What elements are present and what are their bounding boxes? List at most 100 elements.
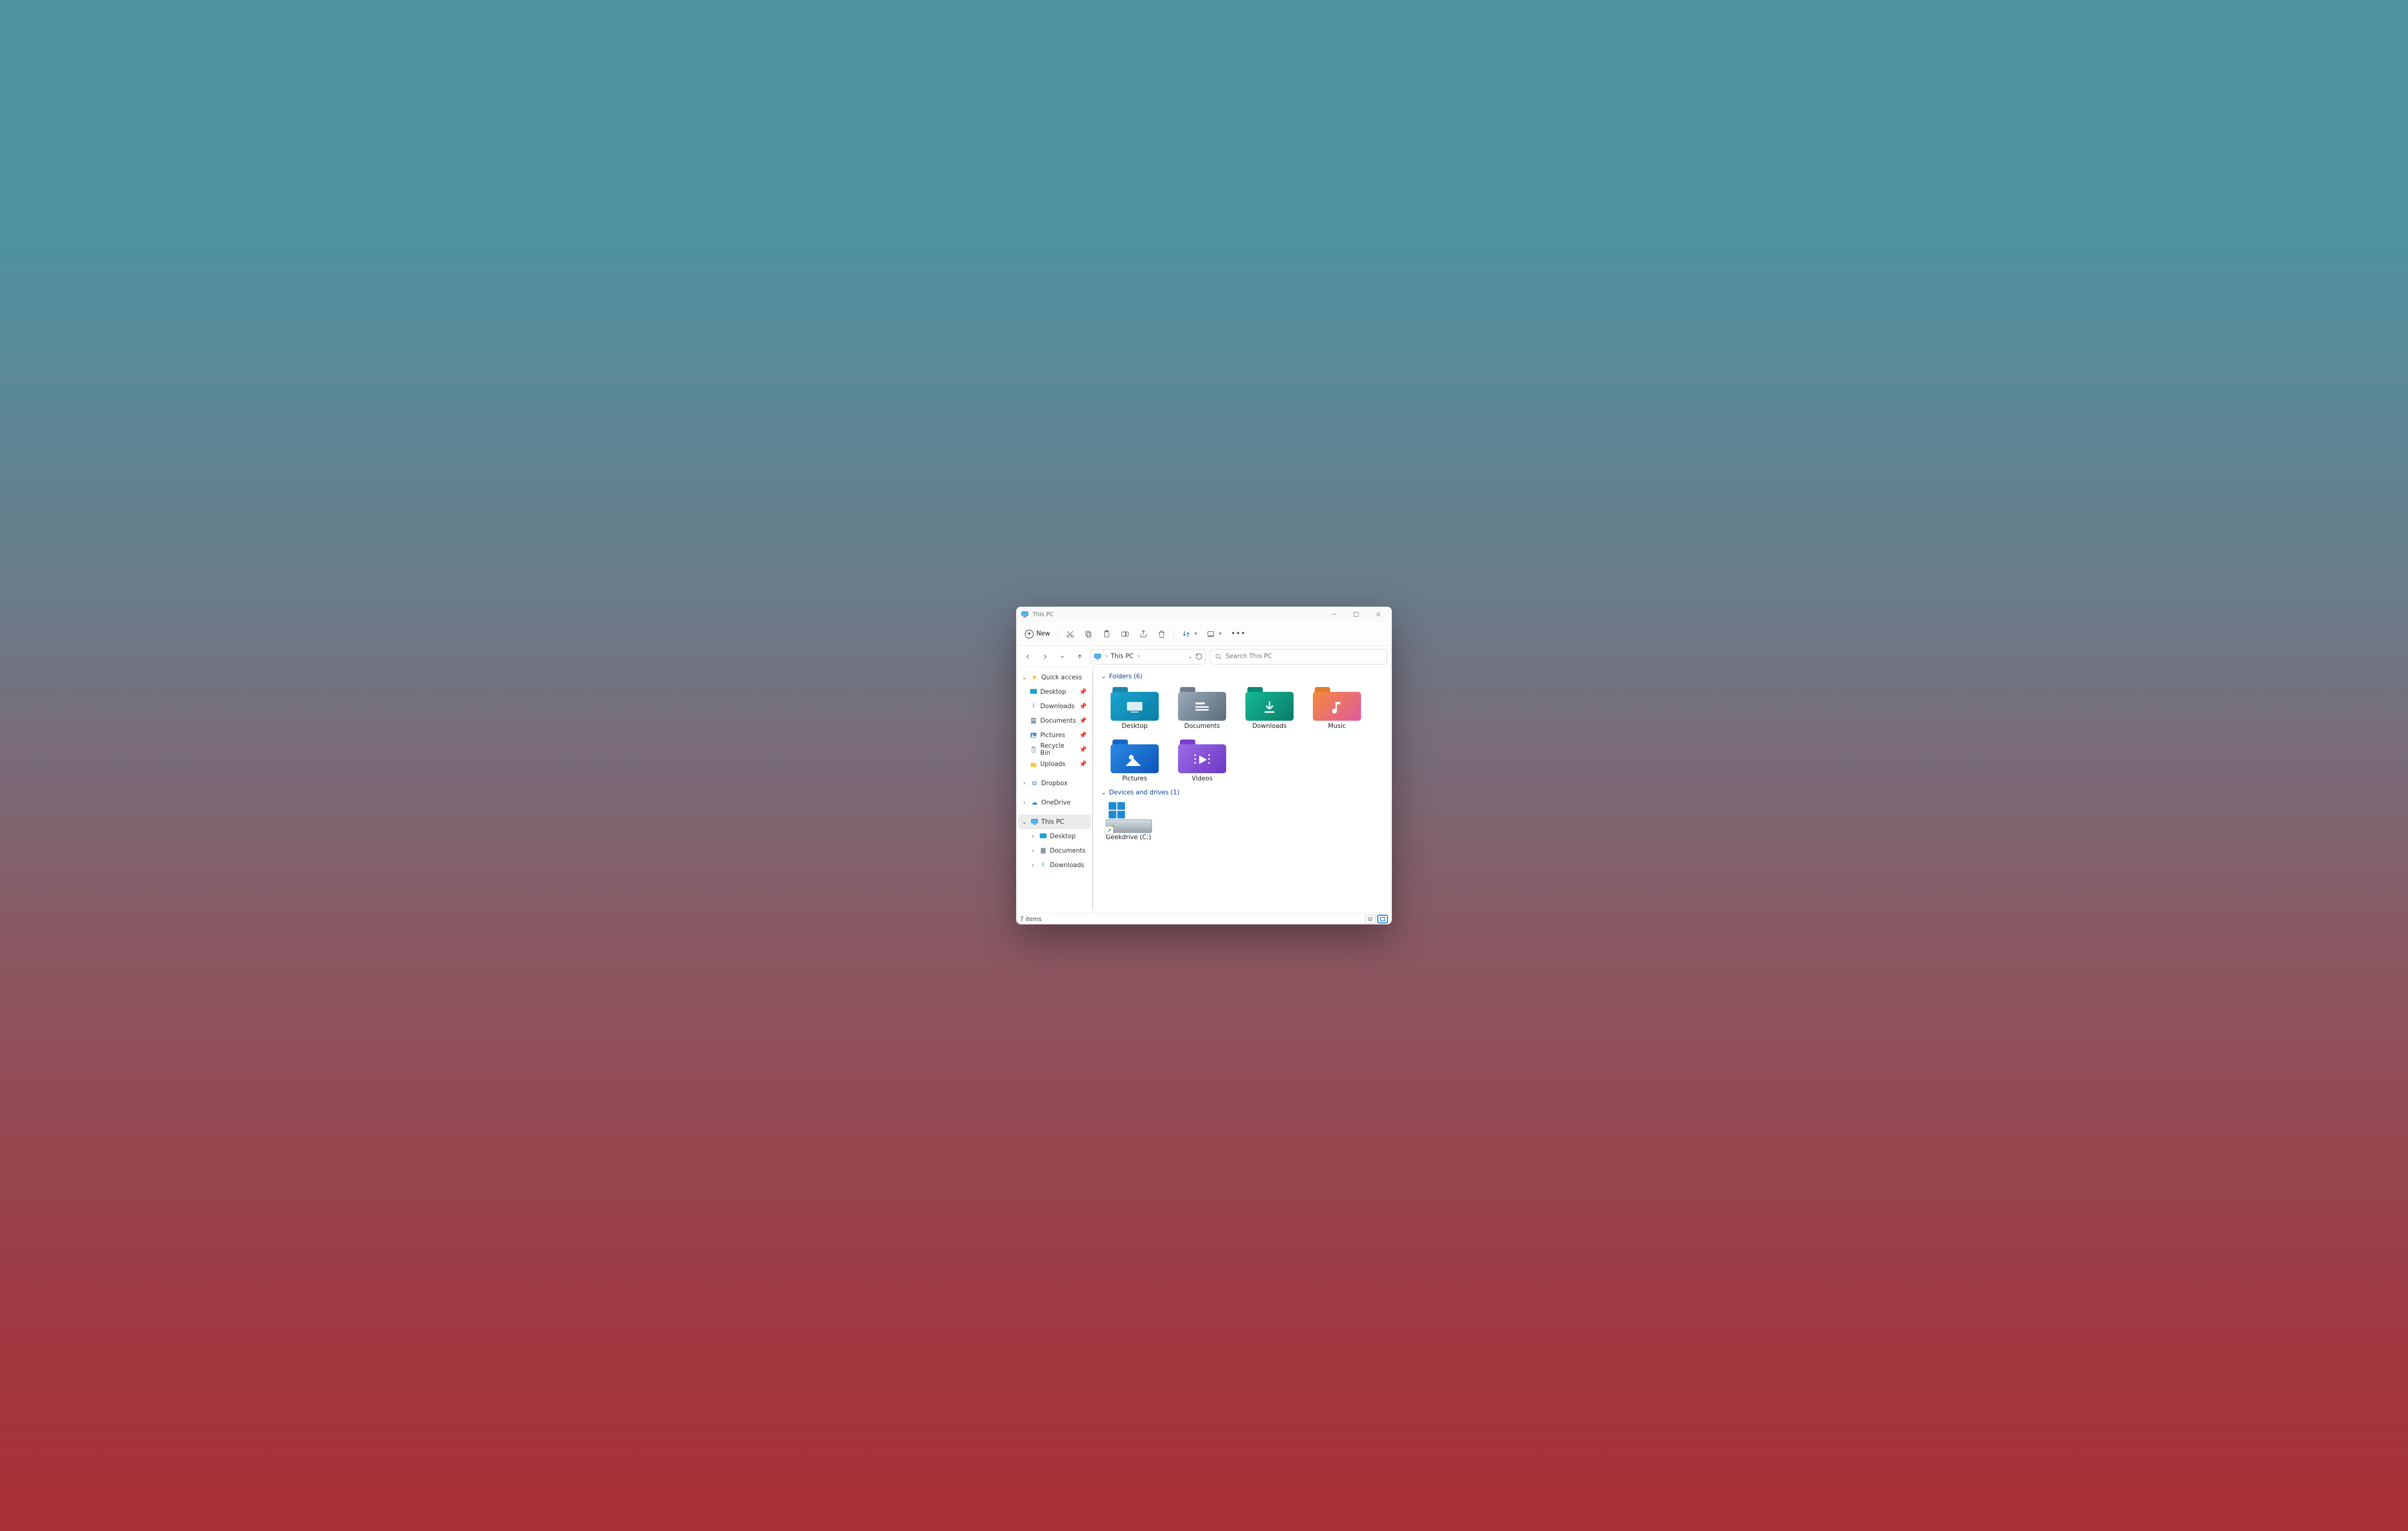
this-pc-icon — [1094, 653, 1101, 661]
new-button-label: New — [1036, 630, 1050, 637]
clipboard-icon — [1102, 630, 1111, 638]
tile-label: Desktop — [1122, 723, 1148, 730]
details-view-button[interactable] — [1365, 915, 1375, 923]
desktop-icon — [1030, 688, 1037, 696]
forward-button[interactable] — [1038, 650, 1052, 663]
pin-icon: 📌 — [1079, 761, 1087, 768]
drive-icon: ↗ — [1106, 802, 1152, 833]
share-icon — [1139, 630, 1148, 638]
icons-view-button[interactable] — [1377, 915, 1388, 923]
chevron-right-icon: › — [1138, 653, 1140, 660]
windows-logo-icon — [1109, 802, 1125, 818]
tile-label: Downloads — [1252, 723, 1286, 730]
chevron-right-icon[interactable]: › — [1021, 799, 1028, 806]
body: ⌄ ★ Quick access Desktop 📌 ⭳ Downloads 📌… — [1016, 667, 1392, 913]
refresh-button[interactable] — [1195, 653, 1203, 660]
sidebar-quick-access[interactable]: ⌄ ★ Quick access — [1018, 670, 1091, 685]
sort-button[interactable]: ▾ — [1178, 626, 1201, 642]
sidebar-item-label: This PC — [1041, 818, 1064, 826]
chevron-down-icon[interactable]: ⌄ — [1021, 674, 1028, 681]
close-button[interactable] — [1368, 607, 1389, 622]
folder-icon — [1245, 686, 1294, 721]
view-button[interactable]: ▾ — [1203, 626, 1225, 642]
group-header-folders[interactable]: ⌄ Folders (6) — [1101, 673, 1384, 680]
navigation-pane[interactable]: ⌄ ★ Quick access Desktop 📌 ⭳ Downloads 📌… — [1016, 667, 1093, 913]
pin-icon: 📌 — [1079, 717, 1087, 725]
sidebar-item-documents[interactable]: Documents 📌 — [1018, 714, 1091, 728]
up-button[interactable] — [1073, 650, 1086, 663]
back-button[interactable] — [1021, 650, 1034, 663]
share-button[interactable] — [1135, 626, 1152, 642]
sidebar-item-this-pc[interactable]: ⌄ This PC — [1018, 815, 1091, 829]
sidebar-item-pc-desktop[interactable]: › Desktop — [1018, 829, 1091, 843]
download-icon: ⭳ — [1039, 861, 1047, 869]
folder-desktop[interactable]: Desktop — [1101, 684, 1168, 732]
tile-label: Music — [1328, 723, 1346, 730]
paste-button[interactable] — [1099, 626, 1115, 642]
pin-icon: 📌 — [1079, 703, 1087, 710]
copy-button[interactable] — [1080, 626, 1097, 642]
trash-icon — [1157, 630, 1166, 638]
chevron-right-icon[interactable]: › — [1030, 833, 1036, 840]
rename-button[interactable] — [1117, 626, 1133, 642]
window-controls — [1323, 607, 1389, 622]
search-box[interactable] — [1210, 649, 1387, 664]
chevron-down-icon: ⌄ — [1101, 673, 1106, 680]
chevron-down-icon: ⌄ — [1101, 789, 1106, 796]
window-title: This PC — [1033, 611, 1320, 618]
sidebar-item-onedrive[interactable]: › ☁ OneDrive — [1018, 795, 1091, 810]
chevron-right-icon[interactable]: › — [1021, 780, 1028, 787]
chevron-down-icon[interactable]: ⌄ — [1188, 653, 1192, 660]
folder-pictures[interactable]: Pictures — [1101, 737, 1168, 784]
recent-button[interactable] — [1056, 650, 1069, 663]
sidebar-item-uploads[interactable]: Uploads 📌 — [1018, 757, 1091, 771]
view-icon — [1206, 630, 1215, 638]
sidebar-item-label: Documents — [1040, 717, 1076, 725]
sidebar-item-desktop[interactable]: Desktop 📌 — [1018, 685, 1091, 699]
sidebar-item-label: Uploads — [1040, 761, 1065, 768]
folder-icon — [1178, 739, 1226, 773]
sidebar-item-pc-downloads[interactable]: › ⭳ Downloads — [1018, 858, 1091, 872]
folder-documents[interactable]: Documents — [1168, 684, 1236, 732]
folder-downloads[interactable]: Downloads — [1236, 684, 1303, 732]
shortcut-overlay-icon: ↗ — [1105, 826, 1113, 835]
maximize-button[interactable] — [1346, 607, 1367, 622]
tile-label: Geekdrive (C:) — [1106, 834, 1151, 841]
chevron-down-icon: ▾ — [1194, 631, 1197, 636]
sidebar-item-dropbox[interactable]: › ⧉ Dropbox — [1018, 776, 1091, 791]
pin-icon: 📌 — [1079, 732, 1087, 739]
drive-c[interactable]: ↗ Geekdrive (C:) — [1101, 800, 1168, 843]
tile-label: Pictures — [1122, 775, 1147, 782]
new-button[interactable]: + New — [1021, 626, 1054, 642]
download-icon: ⭳ — [1030, 702, 1037, 710]
address-bar[interactable]: › This PC › ⌄ — [1090, 649, 1206, 664]
dropbox-icon: ⧉ — [1031, 779, 1038, 787]
scissors-icon — [1066, 630, 1074, 638]
documents-icon — [1039, 847, 1047, 855]
sidebar-item-recycle-bin[interactable]: Recycle Bin 📌 — [1018, 742, 1091, 757]
chevron-right-icon[interactable]: › — [1030, 862, 1036, 869]
sidebar-item-label: Dropbox — [1041, 780, 1068, 787]
rename-icon — [1121, 630, 1129, 638]
group-header-drives[interactable]: ⌄ Devices and drives (1) — [1101, 789, 1384, 796]
sidebar-item-label: OneDrive — [1041, 799, 1071, 806]
copy-icon — [1084, 630, 1093, 638]
delete-button[interactable] — [1153, 626, 1170, 642]
sidebar-item-label: Documents — [1050, 847, 1086, 855]
cut-button[interactable] — [1062, 626, 1078, 642]
content-pane[interactable]: ⌄ Folders (6) Desktop — [1093, 667, 1392, 913]
search-input[interactable] — [1226, 653, 1382, 660]
breadcrumb-location[interactable]: This PC — [1111, 653, 1134, 660]
sidebar-item-pc-documents[interactable]: › Documents — [1018, 843, 1091, 858]
folder-icon — [1111, 686, 1159, 721]
folders-grid: Desktop Documents — [1101, 684, 1384, 784]
sidebar-item-downloads[interactable]: ⭳ Downloads 📌 — [1018, 699, 1091, 714]
minimize-button[interactable] — [1323, 607, 1345, 622]
chevron-right-icon[interactable]: › — [1030, 847, 1036, 855]
folder-videos[interactable]: Videos — [1168, 737, 1236, 784]
this-pc-icon — [1031, 818, 1038, 826]
more-button[interactable]: ••• — [1227, 626, 1250, 642]
chevron-down-icon[interactable]: ⌄ — [1021, 818, 1028, 826]
sidebar-item-pictures[interactable]: Pictures 📌 — [1018, 728, 1091, 742]
folder-music[interactable]: Music — [1303, 684, 1371, 732]
